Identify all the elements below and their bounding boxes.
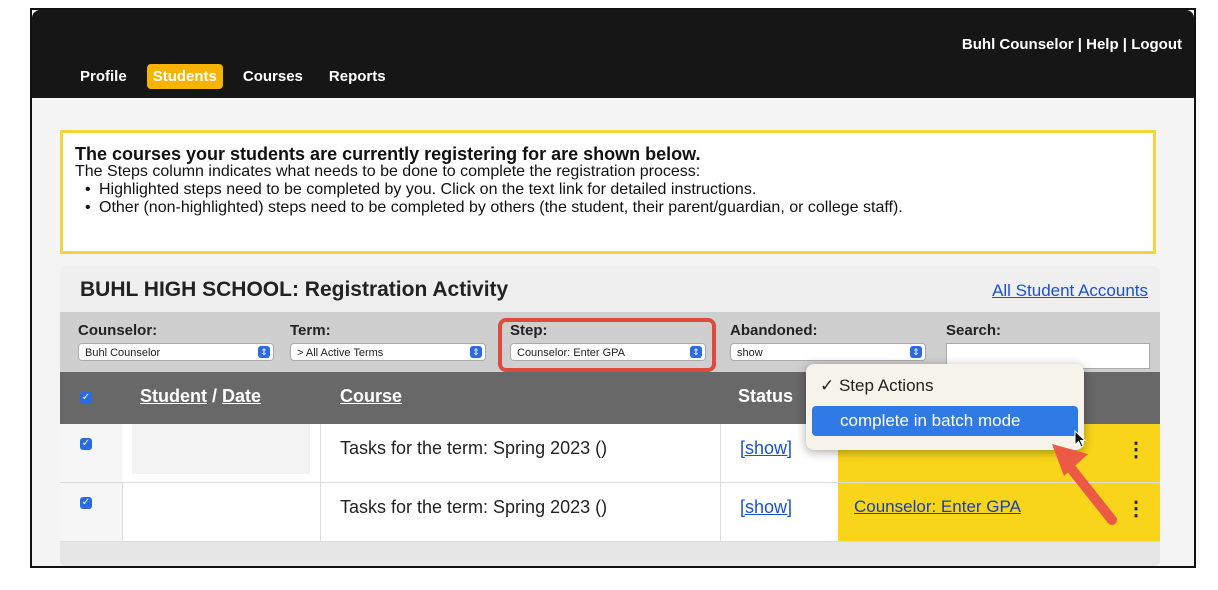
user-links: Buhl Counselor | Help | Logout bbox=[962, 36, 1182, 53]
divider bbox=[320, 424, 321, 482]
menu-item-step-actions[interactable]: ✓ Step Actions bbox=[820, 376, 933, 396]
chevron-updown-icon: ⇕ bbox=[470, 346, 482, 358]
main-nav: Profile Students Courses Reports bbox=[74, 64, 406, 89]
tab-courses[interactable]: Courses bbox=[237, 64, 309, 89]
panel-title: BUHL HIGH SCHOOL: Registration Activity bbox=[80, 278, 509, 301]
term-filter: Term: > All Active Terms ⇕ bbox=[290, 322, 486, 361]
course-cell: Tasks for the term: Spring 2023 () bbox=[340, 438, 608, 458]
separator: | bbox=[1118, 36, 1132, 53]
counselor-select-value: Buhl Counselor bbox=[85, 347, 161, 359]
abandoned-select-value: show bbox=[737, 347, 763, 359]
select-all-checkbox[interactable]: ✓ bbox=[80, 392, 92, 404]
status-header: Status bbox=[738, 386, 794, 406]
notice-bullet-2: Other (non-highlighted) steps need to be… bbox=[85, 199, 1141, 217]
search-label: Search: bbox=[946, 322, 1002, 339]
abandoned-select[interactable]: show ⇕ bbox=[730, 343, 926, 361]
notice-bullet-1: Highlighted steps need to be completed b… bbox=[85, 181, 1141, 199]
instructions-notice: The courses your students are currently … bbox=[60, 130, 1156, 254]
more-vertical-icon[interactable]: ⋮ bbox=[1126, 440, 1146, 460]
abandoned-label: Abandoned: bbox=[730, 322, 818, 339]
term-select-value: > All Active Terms bbox=[297, 347, 384, 359]
course-cell: Tasks for the term: Spring 2023 () bbox=[340, 497, 608, 517]
tab-students[interactable]: Students bbox=[146, 64, 223, 89]
student-cell bbox=[132, 424, 310, 474]
panel-header: BUHL HIGH SCHOOL: Registration Activity … bbox=[60, 266, 1160, 312]
counselor-filter: Counselor: Buhl Counselor ⇕ bbox=[78, 322, 274, 361]
header-slash: / bbox=[207, 386, 223, 406]
status-show-link[interactable]: [show] bbox=[740, 438, 792, 459]
chevron-updown-icon: ⇕ bbox=[258, 346, 270, 358]
top-bar: Buhl Counselor | Help | Logout Profile S… bbox=[32, 10, 1194, 98]
callout-arrow-icon bbox=[1052, 444, 1117, 525]
divider bbox=[720, 424, 721, 482]
term-select[interactable]: > All Active Terms ⇕ bbox=[290, 343, 486, 361]
counselor-select[interactable]: Buhl Counselor ⇕ bbox=[78, 343, 274, 361]
app-window: Buhl Counselor | Help | Logout Profile S… bbox=[30, 8, 1196, 568]
notice-heading: The courses your students are currently … bbox=[75, 144, 701, 164]
tab-profile[interactable]: Profile bbox=[74, 64, 133, 89]
student-sort-link[interactable]: Student bbox=[140, 386, 207, 406]
status-show-link[interactable]: [show] bbox=[740, 497, 792, 518]
row-checkbox[interactable]: ✓ bbox=[80, 497, 92, 509]
notice-bullets: Highlighted steps need to be completed b… bbox=[75, 181, 1141, 217]
counselor-label: Counselor: bbox=[78, 322, 158, 339]
course-header: Course bbox=[340, 386, 402, 407]
mouse-cursor-icon bbox=[1074, 430, 1087, 448]
course-sort-link[interactable]: Course bbox=[340, 386, 402, 406]
term-label: Term: bbox=[290, 322, 331, 339]
notice-line: The Steps column indicates what needs to… bbox=[75, 163, 701, 180]
table-row: ✓ Tasks for the term: Spring 2023 () [sh… bbox=[60, 483, 1160, 542]
separator: | bbox=[1073, 36, 1087, 53]
date-sort-link[interactable]: Date bbox=[222, 386, 261, 406]
more-vertical-icon[interactable]: ⋮ bbox=[1126, 499, 1146, 519]
checkbox-cell: ✓ bbox=[60, 424, 122, 482]
help-link[interactable]: Help bbox=[1086, 36, 1119, 53]
divider bbox=[122, 483, 123, 541]
chevron-updown-icon: ⇕ bbox=[910, 346, 922, 358]
step-actions-menu: ✓ Step Actions complete in batch mode bbox=[806, 364, 1084, 450]
step-link[interactable]: Counselor: Enter GPA bbox=[854, 497, 1021, 517]
step-filter-callout bbox=[498, 318, 716, 372]
checkbox-cell: ✓ bbox=[60, 483, 122, 541]
menu-item-complete-batch[interactable]: complete in batch mode bbox=[812, 406, 1078, 436]
search-filter: Search: bbox=[946, 322, 1150, 369]
student-date-header: Student / Date bbox=[140, 386, 261, 407]
all-student-accounts-link[interactable]: All Student Accounts bbox=[992, 281, 1148, 301]
row-checkbox[interactable]: ✓ bbox=[80, 438, 92, 450]
user-name-link[interactable]: Buhl Counselor bbox=[962, 36, 1074, 53]
abandoned-filter: Abandoned: show ⇕ bbox=[730, 322, 926, 361]
tab-reports[interactable]: Reports bbox=[323, 64, 392, 89]
divider bbox=[720, 483, 721, 541]
logout-link[interactable]: Logout bbox=[1131, 36, 1182, 53]
divider bbox=[320, 483, 321, 541]
